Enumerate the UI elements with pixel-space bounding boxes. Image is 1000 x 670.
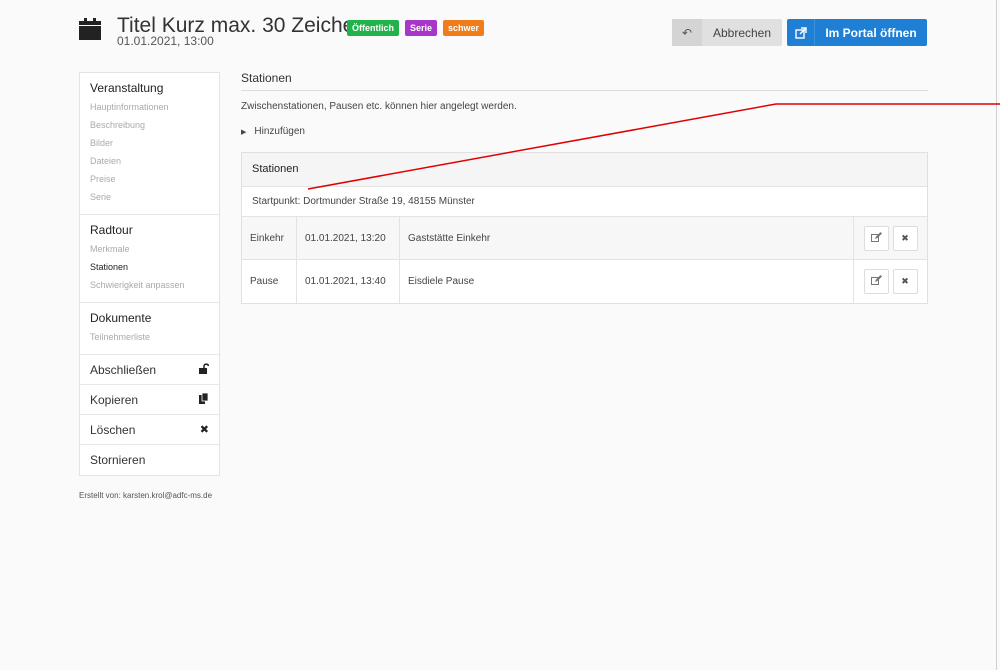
lock-open-icon [198, 363, 210, 377]
created-by: Erstellt von: karsten.krol@adfc-ms.de [79, 491, 213, 500]
sidebar: Veranstaltung Hauptinformationen Beschre… [79, 72, 220, 476]
edit-button[interactable] [863, 269, 889, 294]
sidebar-heading: Veranstaltung [90, 81, 164, 95]
row-actions: ✖ [854, 260, 927, 303]
sidebar-item-merkmale[interactable]: Merkmale [90, 240, 209, 258]
station-time: 01.01.2021, 13:20 [297, 217, 400, 259]
stations-panel-header: Stationen [242, 153, 927, 187]
add-station-label: Hinzufügen [254, 126, 305, 137]
table-row: Pause 01.01.2021, 13:40 Eisdiele Pause ✖ [242, 260, 927, 303]
complete-action-label: Abschließen [90, 362, 157, 377]
external-link-icon [787, 19, 815, 46]
delete-action[interactable]: Löschen ✖ [80, 415, 219, 445]
sidebar-item-beschreibung[interactable]: Beschreibung [90, 116, 209, 134]
sidebar-heading: Radtour [90, 223, 133, 237]
section-description: Zwischenstationen, Pausen etc. können hi… [241, 101, 517, 112]
badge-series: Serie [405, 20, 438, 36]
badge-public: Öffentlich [347, 20, 399, 36]
sidebar-item-preise[interactable]: Preise [90, 170, 209, 188]
copy-icon [199, 392, 209, 407]
complete-action[interactable]: Abschließen [80, 355, 219, 385]
main-content: Stationen Zwischenstationen, Pausen etc.… [241, 71, 928, 304]
add-station-toggle[interactable]: ▶ Hinzufügen [241, 126, 928, 137]
copy-action-label: Kopieren [90, 392, 139, 407]
close-icon: ✖ [199, 424, 209, 436]
sidebar-section-radtour: Radtour Merkmale Stationen Schwierigkeit… [80, 215, 219, 303]
sidebar-item-schwierigkeit[interactable]: Schwierigkeit anpassen [90, 276, 209, 294]
undo-icon: ↶ [672, 19, 702, 46]
station-type: Einkehr [242, 217, 297, 259]
sidebar-section-dokumente: Dokumente Teilnehmerliste [80, 303, 219, 355]
sidebar-item-bilder[interactable]: Bilder [90, 134, 209, 152]
sidebar-section-veranstaltung: Veranstaltung Hauptinformationen Beschre… [80, 73, 219, 215]
status-badges: Öffentlich Serie schwer [347, 20, 485, 36]
delete-button[interactable]: ✖ [892, 269, 918, 294]
edit-icon [870, 231, 882, 245]
edit-button[interactable] [863, 225, 889, 251]
section-title: Stationen [241, 71, 928, 91]
station-name: Gaststätte Einkehr [400, 217, 854, 259]
delete-button[interactable]: ✖ [892, 225, 918, 251]
sidebar-item-hauptinformationen[interactable]: Hauptinformationen [90, 98, 209, 116]
stations-panel: Stationen Startpunkt: Dortmunder Straße … [241, 152, 928, 304]
station-name: Eisdiele Pause [400, 260, 854, 303]
event-date: 01.01.2021, 13:00 [117, 34, 214, 48]
row-actions: ✖ [854, 217, 927, 259]
station-type: Pause [242, 260, 297, 303]
start-point: Startpunkt: Dortmunder Straße 19, 48155 … [242, 187, 927, 217]
sidebar-item-stationen[interactable]: Stationen [90, 258, 209, 276]
sidebar-item-dateien[interactable]: Dateien [90, 152, 209, 170]
page-edge-line [996, 0, 997, 670]
badge-difficulty: schwer [443, 20, 485, 36]
cancel-event-action-label: Stornieren [90, 453, 146, 467]
table-row: Einkehr 01.01.2021, 13:20 Gaststätte Ein… [242, 217, 927, 260]
close-icon: ✖ [901, 232, 909, 243]
cancel-button[interactable]: ↶ Abbrechen [672, 19, 782, 46]
calendar-icon [79, 18, 101, 40]
edit-icon [870, 275, 882, 288]
sidebar-item-serie[interactable]: Serie [90, 188, 209, 206]
copy-action[interactable]: Kopieren [80, 385, 219, 415]
open-in-portal-label: Im Portal öffnen [825, 25, 917, 40]
close-icon: ✖ [901, 276, 909, 286]
sidebar-heading: Dokumente [90, 311, 152, 325]
open-in-portal-button[interactable]: Im Portal öffnen [787, 19, 927, 46]
caret-right-icon: ▶ [241, 128, 247, 136]
page-header: Titel Kurz max. 30 Zeichen 01.01.2021, 1… [79, 14, 929, 54]
station-time: 01.01.2021, 13:40 [297, 260, 400, 303]
cancel-button-label: Abbrechen [712, 25, 772, 40]
cancel-event-action[interactable]: Stornieren [80, 445, 219, 475]
delete-action-label: Löschen [90, 422, 136, 437]
sidebar-item-teilnehmerliste[interactable]: Teilnehmerliste [90, 328, 209, 346]
